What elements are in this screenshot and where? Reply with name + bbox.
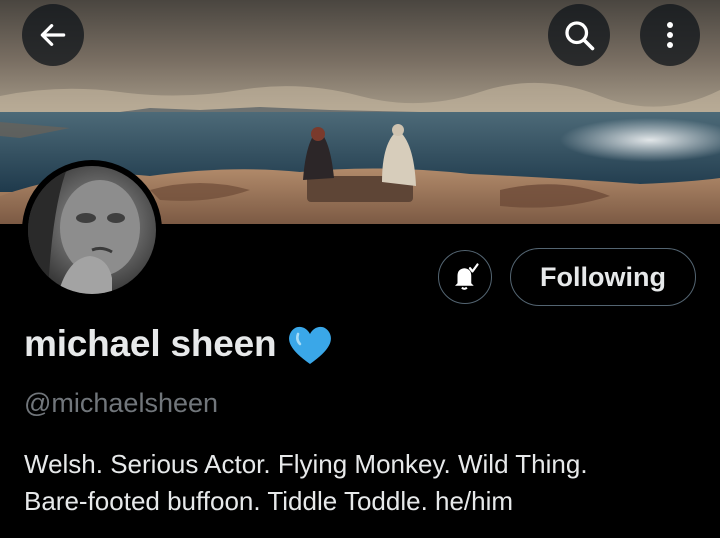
bio-line: Welsh. Serious Actor. Flying Monkey. Wil… [24,449,588,479]
bio-line: Bare-footed buffoon. Tiddle Toddle. he/h… [24,486,514,516]
profile-name-row: michael sheen [24,322,334,366]
more-options-button[interactable] [640,4,700,66]
display-name: michael sheen [24,323,277,364]
avatar[interactable] [22,160,162,300]
notification-subscribe-button[interactable] [438,250,492,304]
bell-subscribed-icon [455,263,479,290]
avatar-image [28,166,156,294]
arrow-left-icon [40,24,66,46]
blue-heart-icon [286,322,334,366]
search-icon [565,21,595,51]
back-button[interactable] [22,4,84,66]
profile-bio: Welsh. Serious Actor. Flying Monkey. Wil… [24,446,694,520]
profile-handle: @michaelsheen [24,388,219,418]
following-button[interactable]: Following [510,248,696,306]
more-vertical-icon [667,22,673,48]
search-button[interactable] [548,4,610,66]
